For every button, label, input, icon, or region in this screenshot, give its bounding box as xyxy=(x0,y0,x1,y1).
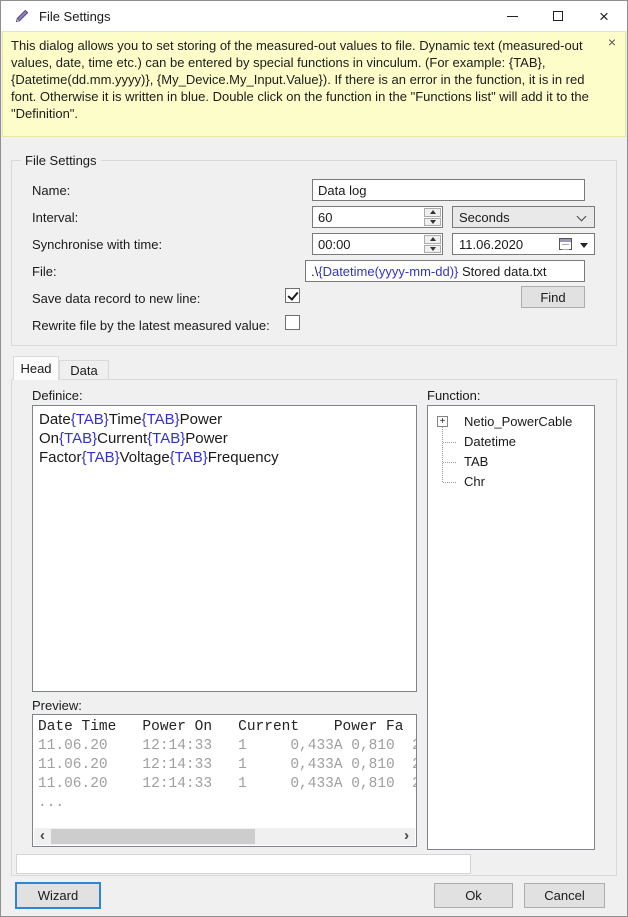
sync-date-value: 11.06.2020 xyxy=(459,237,524,252)
tree-item-tab[interactable]: TAB xyxy=(428,452,594,472)
expand-plus-icon[interactable]: + xyxy=(437,416,448,427)
function-text-segment: {TAB} xyxy=(169,449,208,466)
ok-button[interactable]: Ok xyxy=(434,883,513,908)
down-arrow-icon xyxy=(429,219,436,224)
rewrite-checkbox[interactable] xyxy=(285,315,300,330)
sync-time-up-button[interactable] xyxy=(424,235,441,244)
up-arrow-icon xyxy=(429,237,436,242)
sync-time-stepper[interactable]: 00:00 xyxy=(312,233,443,255)
down-arrow-icon xyxy=(429,246,436,251)
banner-close-icon[interactable]: × xyxy=(608,34,616,50)
function-text-segment: {TAB} xyxy=(70,411,109,428)
plain-text-segment: Voltage xyxy=(119,449,170,466)
preview-label: Preview: xyxy=(32,698,82,713)
tree-branch-line xyxy=(443,442,456,443)
maximize-button[interactable] xyxy=(535,1,581,31)
function-label: Function: xyxy=(427,388,481,403)
tree-item-netio_powercable[interactable]: + Netio_PowerCable xyxy=(428,412,594,432)
pencil-icon xyxy=(14,8,30,24)
rewrite-label: Rewrite file by the latest measured valu… xyxy=(32,318,270,333)
up-arrow-icon xyxy=(429,210,436,215)
tree-item-label: Datetime xyxy=(464,434,517,449)
preview-line: ... xyxy=(38,795,65,811)
head-tab-page: Definice: Date{TAB}Time{TAB}Power On{TAB… xyxy=(11,379,617,876)
group-legend: File Settings xyxy=(21,153,101,168)
file-label: File: xyxy=(32,264,57,279)
interval-down-button[interactable] xyxy=(424,217,441,226)
cancel-button[interactable]: Cancel xyxy=(524,883,605,908)
interval-unit-select[interactable]: Seconds xyxy=(452,206,595,228)
tab-head[interactable]: Head xyxy=(13,356,59,380)
function-text-segment: {TAB} xyxy=(141,411,180,428)
scroll-right-icon[interactable]: › xyxy=(398,828,415,845)
scroll-left-icon[interactable]: ‹ xyxy=(34,828,51,845)
name-value: Data log xyxy=(318,183,367,198)
date-dropdown-icon[interactable] xyxy=(580,243,588,248)
close-button[interactable]: × xyxy=(581,1,627,31)
scrollbar-thumb[interactable] xyxy=(51,829,255,844)
interval-label: Interval: xyxy=(32,210,79,225)
interval-unit-value: Seconds xyxy=(459,210,510,225)
name-input[interactable]: Data log xyxy=(312,179,585,201)
tree-item-chr[interactable]: Chr xyxy=(428,472,594,492)
minimize-button[interactable] xyxy=(489,1,535,31)
function-text-segment: {TAB} xyxy=(59,430,98,447)
plain-text-segment: Date xyxy=(39,411,71,428)
tree-item-datetime[interactable]: Datetime xyxy=(428,432,594,452)
save-newline-checkbox[interactable] xyxy=(285,288,300,303)
file-settings-group: File Settings Name: Data log Interval: 6… xyxy=(11,153,617,346)
file-input[interactable]: .\{Datetime(yyyy-mm-dd)} Stored data.txt xyxy=(305,260,585,282)
tree-item-label: Netio_PowerCable xyxy=(464,414,573,429)
calendar-icon xyxy=(559,238,572,250)
tree-item-label: TAB xyxy=(464,454,489,469)
sync-label: Synchronise with time: xyxy=(32,237,163,252)
definition-label: Definice: xyxy=(32,388,83,403)
sync-time-value[interactable]: 00:00 xyxy=(313,234,424,254)
definition-textarea[interactable]: Date{TAB}Time{TAB}Power On{TAB}Current{T… xyxy=(32,405,417,692)
plain-text-segment: Current xyxy=(97,430,148,447)
minimize-icon xyxy=(506,15,518,17)
preview-box[interactable]: Date Time Power On Current Power Fa 11.06… xyxy=(32,714,417,847)
tree-item-label: Chr xyxy=(464,474,485,489)
close-icon: × xyxy=(599,6,609,26)
file-settings-dialog: File Settings × This dialog allows you t… xyxy=(0,0,628,917)
name-label: Name: xyxy=(32,183,71,198)
maximize-icon xyxy=(553,11,563,21)
window-title: File Settings xyxy=(39,9,111,24)
info-banner-text: This dialog allows you to set storing of… xyxy=(11,38,589,121)
preview-line: 11.06.20 12:14:33 1 0,433A 0,810 2 xyxy=(38,757,416,773)
preview-horizontal-scrollbar[interactable]: ‹ › xyxy=(34,828,415,845)
tree-branch-line xyxy=(443,462,456,463)
sync-date-picker[interactable]: 11.06.2020 xyxy=(452,233,595,255)
interval-stepper[interactable]: 60 xyxy=(312,206,443,228)
wizard-button[interactable]: Wizard xyxy=(15,882,101,909)
title-bar[interactable]: File Settings × xyxy=(1,1,627,31)
preview-line: Date Time Power On Current Power Fa xyxy=(38,719,404,735)
chevron-down-icon xyxy=(576,211,587,222)
find-button[interactable]: Find xyxy=(521,286,585,308)
plain-text-segment: Time xyxy=(108,411,142,428)
preview-line: 11.06.20 12:14:33 1 0,433A 0,810 2 xyxy=(38,776,416,792)
tab-data[interactable]: Data xyxy=(59,360,109,380)
plain-text-segment: Frequency xyxy=(207,449,279,466)
function-text-segment: {TAB} xyxy=(81,449,120,466)
interval-value[interactable]: 60 xyxy=(313,207,424,227)
interval-up-button[interactable] xyxy=(424,208,441,217)
tree-branch-line xyxy=(443,482,456,483)
sync-time-down-button[interactable] xyxy=(424,244,441,253)
plain-text-segment: Stored data.txt xyxy=(458,264,547,279)
preview-line: 11.06.20 12:14:33 1 0,433A 0,810 2 xyxy=(38,738,416,754)
function-text-segment: {TAB} xyxy=(147,430,186,447)
empty-text-field[interactable] xyxy=(16,854,471,874)
save-newline-label: Save data record to new line: xyxy=(32,291,201,306)
info-banner: This dialog allows you to set storing of… xyxy=(2,31,626,137)
function-text-segment: {Datetime(yyyy-mm-dd)} xyxy=(318,264,459,279)
function-tree[interactable]: + Netio_PowerCable Datetime TAB Chr xyxy=(427,405,595,850)
